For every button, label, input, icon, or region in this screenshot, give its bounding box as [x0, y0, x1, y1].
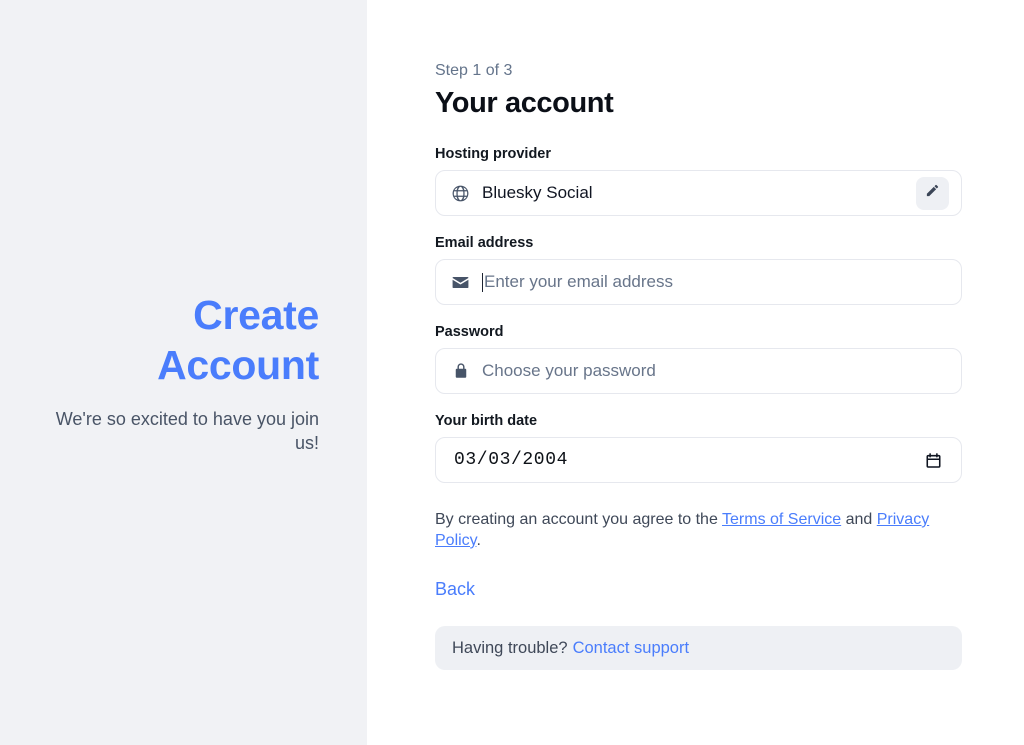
signup-form: Step 1 of 3 Your account Hosting provide… [435, 60, 962, 670]
contact-support-link[interactable]: Contact support [573, 639, 689, 658]
envelope-icon [450, 272, 471, 293]
birth-date-value[interactable]: 03/03/2004 [450, 450, 923, 470]
email-group: Email address Enter your email address [435, 233, 962, 305]
lock-icon [450, 361, 471, 382]
password-field[interactable]: Choose your password [435, 348, 962, 394]
password-placeholder: Choose your password [482, 361, 656, 380]
brand-panel: Create Account We're so excited to have … [0, 0, 367, 745]
brand-title-line1: Create [193, 292, 319, 338]
brand-title-line2: Account [157, 342, 319, 388]
birth-date-label: Your birth date [435, 413, 538, 429]
terms-text-after: . [476, 532, 481, 549]
brand-subtitle: We're so excited to have you join us! [55, 409, 319, 453]
terms-text-before: By creating an account you agree to the [435, 511, 723, 528]
hosting-provider-value: Bluesky Social [482, 183, 593, 202]
terms-of-service-link[interactable]: Terms of Service [722, 511, 841, 528]
terms-text-middle: and [841, 511, 877, 528]
hosting-provider-group: Hosting provider Bluesky Social [435, 144, 962, 216]
page-title: Your account [435, 87, 614, 119]
form-panel: Step 1 of 3 Your account Hosting provide… [367, 0, 1024, 745]
password-label: Password [435, 324, 504, 340]
hosting-provider-field[interactable]: Bluesky Social [435, 170, 962, 216]
pencil-icon [925, 183, 940, 203]
support-bar: Having trouble? Contact support [435, 626, 962, 670]
email-label: Email address [435, 235, 534, 251]
email-placeholder: Enter your email address [484, 272, 673, 291]
password-group: Password Choose your password [435, 322, 962, 394]
text-caret [482, 272, 483, 292]
email-field[interactable]: Enter your email address [435, 259, 962, 305]
brand-title: Create Account [157, 290, 319, 390]
terms-text: By creating an account you agree to the … [435, 509, 947, 551]
support-text: Having trouble? [452, 638, 568, 657]
edit-hosting-provider-button[interactable] [916, 176, 949, 210]
calendar-icon[interactable] [923, 450, 943, 470]
step-indicator: Step 1 of 3 [435, 62, 513, 79]
globe-icon [450, 183, 471, 204]
hosting-provider-label: Hosting provider [435, 146, 552, 162]
signup-screen: Create Account We're so excited to have … [0, 0, 1024, 745]
back-button[interactable]: Back [435, 579, 475, 600]
birth-date-group: Your birth date 03/03/2004 [435, 411, 962, 483]
birth-date-field[interactable]: 03/03/2004 [435, 437, 962, 483]
